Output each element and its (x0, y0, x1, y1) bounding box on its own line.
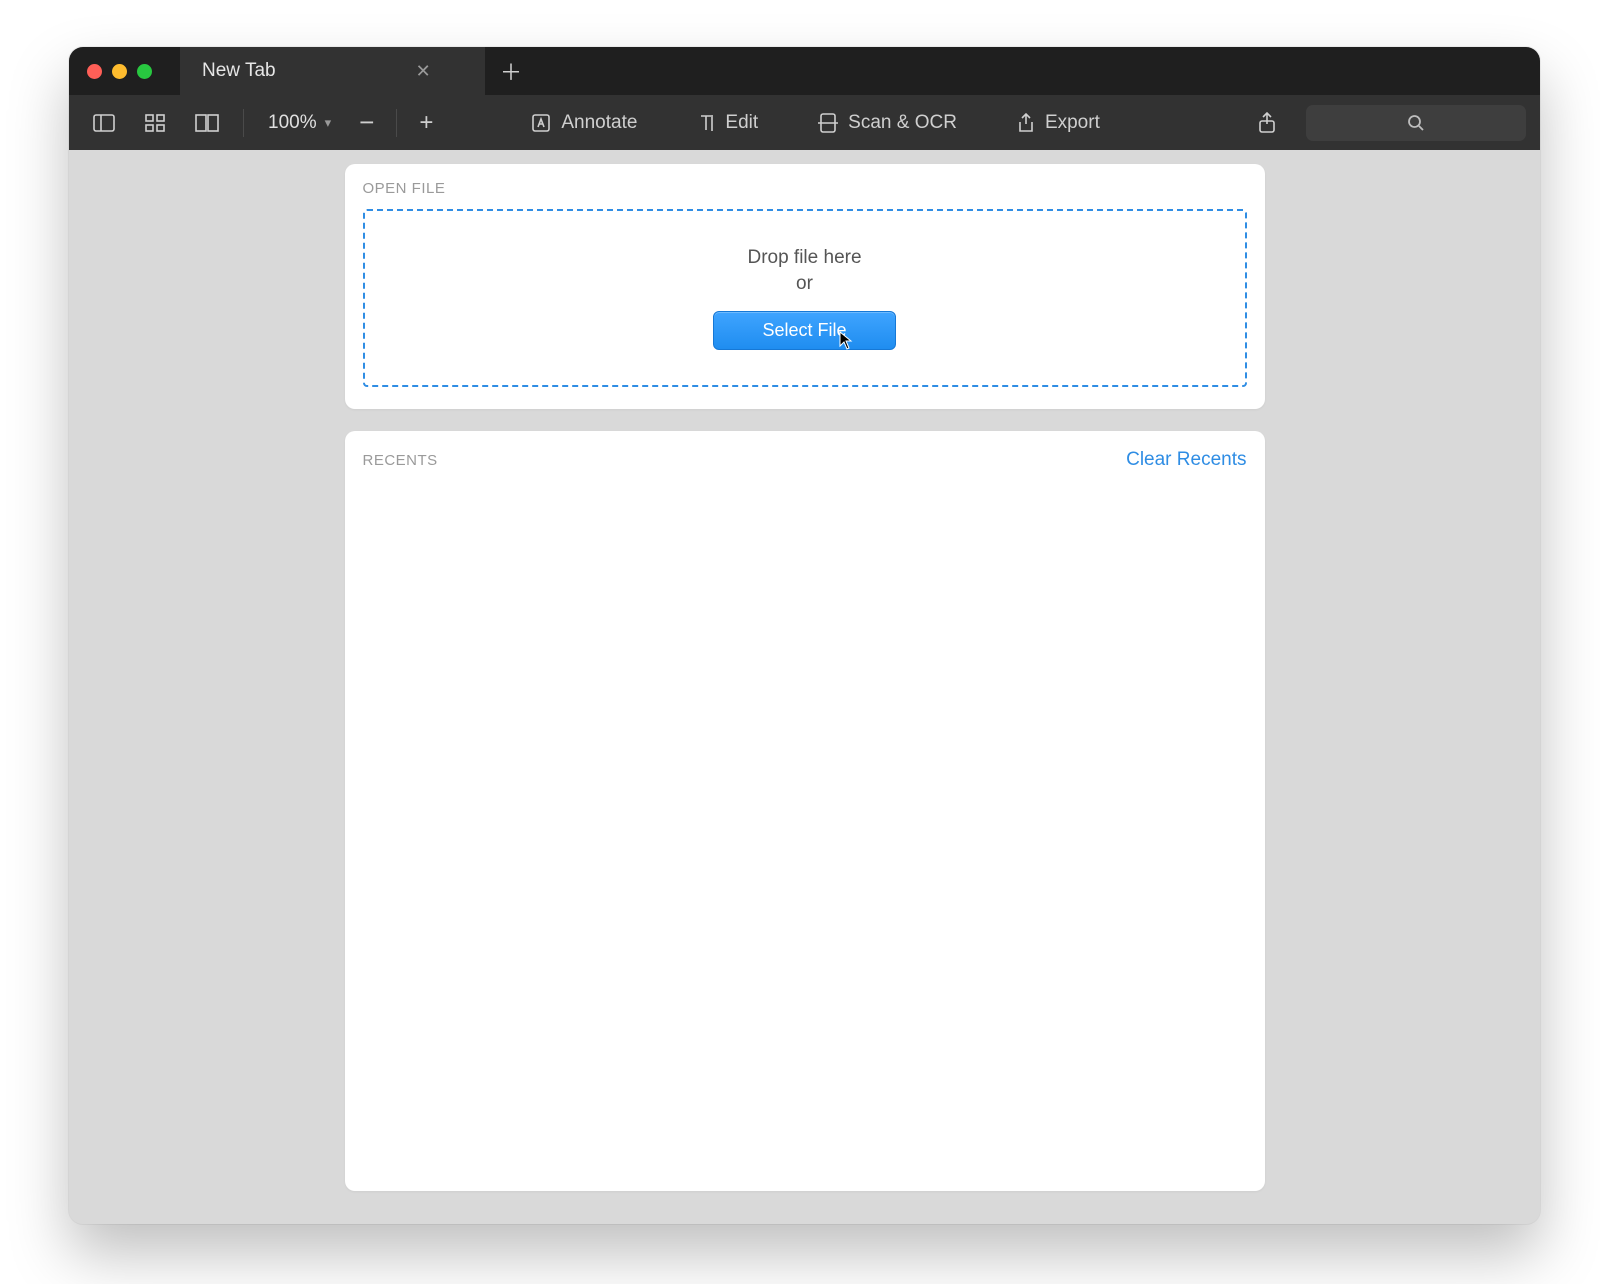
annotate-label: Annotate (561, 112, 637, 134)
book-open-icon (195, 114, 219, 132)
toolbar: 100% ▾ − + Annotate Edit (69, 95, 1540, 150)
recents-header: RECENTS Clear Recents (363, 449, 1247, 471)
drop-file-text: Drop file here (747, 247, 861, 269)
tab-new[interactable]: New Tab ✕ (180, 47, 485, 95)
zoom-out-button[interactable]: − (351, 103, 382, 143)
scan-icon (818, 112, 838, 134)
text-cursor-icon (697, 113, 715, 133)
app-window: New Tab ✕ ＋ (69, 47, 1540, 1224)
search-icon (1407, 114, 1425, 132)
recents-card: RECENTS Clear Recents (345, 431, 1265, 1191)
export-label: Export (1045, 112, 1100, 134)
zoom-level-dropdown[interactable]: 100% ▾ (258, 103, 341, 143)
open-file-section-label: OPEN FILE (363, 180, 1247, 197)
scan-ocr-label: Scan & OCR (848, 112, 957, 134)
chevron-down-icon: ▾ (325, 115, 332, 131)
divider (396, 109, 397, 137)
close-window-button[interactable] (87, 64, 102, 79)
select-file-button[interactable]: Select File (713, 311, 895, 350)
thumbnails-button[interactable] (135, 103, 175, 143)
edit-label: Edit (725, 112, 758, 134)
dropzone[interactable]: Drop file here or Select File (363, 209, 1247, 387)
sidebar-toggle-button[interactable] (83, 103, 125, 143)
zoom-level-label: 100% (268, 112, 317, 134)
edit-button[interactable]: Edit (687, 103, 768, 143)
share-button[interactable] (1248, 103, 1286, 143)
window-controls (87, 64, 152, 79)
cursor-icon (839, 331, 853, 351)
clear-recents-button[interactable]: Clear Recents (1126, 449, 1246, 471)
titlebar: New Tab ✕ ＋ (69, 47, 1540, 95)
close-tab-icon[interactable]: ✕ (416, 62, 431, 80)
tab-title: New Tab (202, 60, 276, 82)
export-button[interactable]: Export (1007, 103, 1110, 143)
recents-section-label: RECENTS (363, 452, 438, 469)
new-tab-button[interactable]: ＋ (491, 55, 531, 87)
annotate-icon (531, 113, 551, 133)
annotate-button[interactable]: Annotate (521, 103, 647, 143)
select-file-label: Select File (762, 320, 846, 340)
share-icon (1258, 112, 1276, 134)
divider (243, 109, 244, 137)
two-page-view-button[interactable] (185, 103, 229, 143)
clear-recents-label: Clear Recents (1126, 449, 1246, 470)
fullscreen-window-button[interactable] (137, 64, 152, 79)
open-file-card: OPEN FILE Drop file here or Select File (345, 164, 1265, 409)
or-text: or (796, 273, 813, 295)
plus-icon: ＋ (500, 55, 522, 87)
grid-icon (145, 114, 165, 132)
minimize-window-button[interactable] (112, 64, 127, 79)
search-input[interactable] (1306, 105, 1526, 141)
sidebar-icon (93, 114, 115, 132)
scan-ocr-button[interactable]: Scan & OCR (808, 103, 967, 143)
export-icon (1017, 113, 1035, 133)
zoom-in-button[interactable]: + (411, 103, 441, 143)
content-area: OPEN FILE Drop file here or Select File … (69, 150, 1540, 1224)
